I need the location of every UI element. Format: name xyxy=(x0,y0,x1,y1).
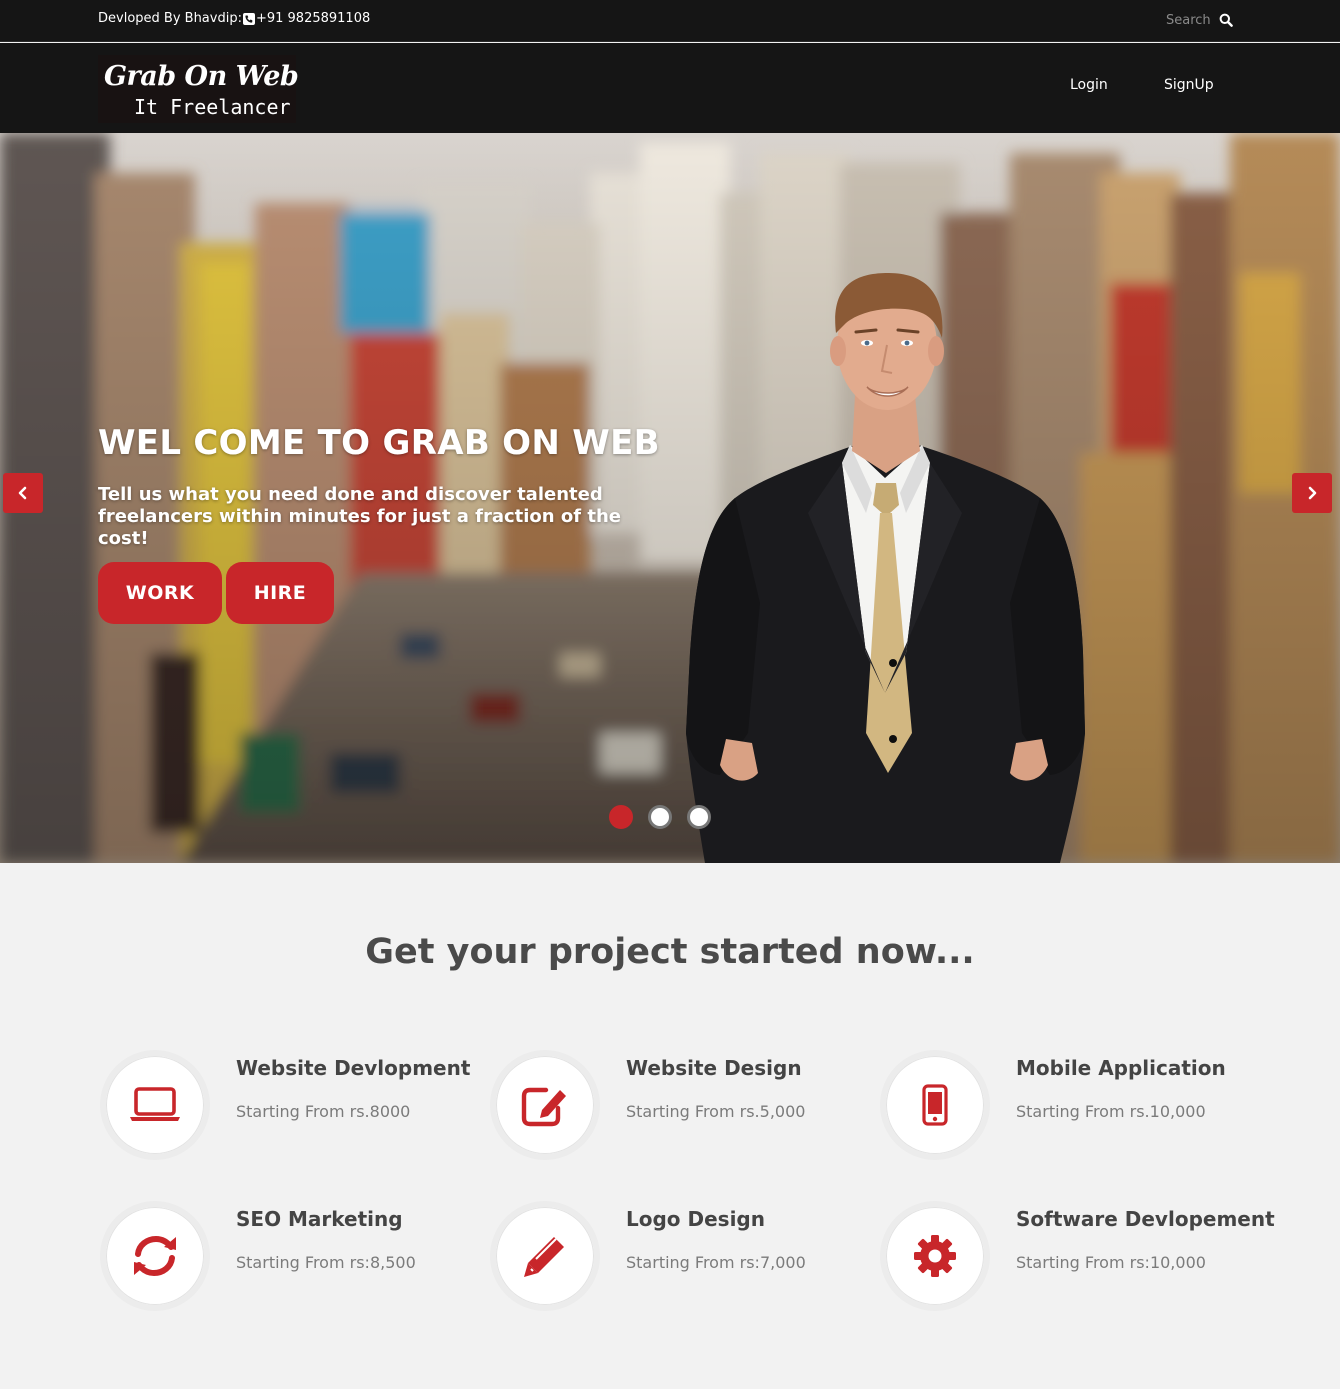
service-item: Logo Design Starting From rs:7,000 xyxy=(490,1201,880,1321)
service-price: Starting From rs:8,500 xyxy=(236,1253,416,1272)
service-icon-circle[interactable] xyxy=(100,1201,210,1311)
service-price: Starting From rs:7,000 xyxy=(626,1253,806,1272)
laptop-icon xyxy=(130,1087,180,1121)
logo-title: Grab On Web xyxy=(104,61,299,92)
search-input[interactable] xyxy=(1166,9,1212,31)
service-icon-circle[interactable] xyxy=(880,1050,990,1160)
service-name[interactable]: SEO Marketing xyxy=(236,1207,403,1231)
top-bar: Devloped By Bhavdip: +91 9825891108 xyxy=(0,0,1340,42)
pencil-icon xyxy=(524,1237,564,1277)
nav-signup-link[interactable]: SignUp xyxy=(1164,77,1214,93)
slider-prev-button[interactable] xyxy=(3,473,43,513)
service-icon-circle[interactable] xyxy=(100,1050,210,1160)
service-name[interactable]: Logo Design xyxy=(626,1207,765,1231)
service-price: Starting From rs.10,000 xyxy=(1016,1102,1206,1121)
service-price: Starting From rs.8000 xyxy=(236,1102,411,1121)
work-button[interactable]: WORK xyxy=(98,562,222,624)
logo-tagline: It Freelancer xyxy=(134,95,291,119)
slider-dot-1[interactable] xyxy=(609,805,633,829)
slider-dot-2[interactable] xyxy=(648,805,672,829)
main-navbar: Grab On Web It Freelancer Login SignUp xyxy=(0,43,1340,133)
service-icon-circle[interactable] xyxy=(490,1050,600,1160)
nav-login-link[interactable]: Login xyxy=(1070,77,1108,93)
developer-info: Devloped By Bhavdip: +91 9825891108 xyxy=(98,11,370,26)
service-name[interactable]: Website Devlopment xyxy=(236,1056,470,1080)
slider-dot-3[interactable] xyxy=(687,805,711,829)
site-logo[interactable]: Grab On Web It Freelancer xyxy=(98,55,299,123)
service-icon-circle[interactable] xyxy=(490,1201,600,1311)
services-section-title: Get your project started now... xyxy=(365,932,975,972)
service-name[interactable]: Software Devlopement xyxy=(1016,1207,1275,1231)
service-name[interactable]: Website Design xyxy=(626,1056,802,1080)
developer-label: Devloped By Bhavdip: xyxy=(98,11,242,26)
service-price: Starting From rs.5,000 xyxy=(626,1102,806,1121)
slider-next-button[interactable] xyxy=(1292,473,1332,513)
search-box xyxy=(1166,8,1236,32)
chevron-left-icon xyxy=(18,486,27,500)
hero-title: WEL COME TO GRAB ON WEB xyxy=(98,423,660,463)
service-item: Website Devlopment Starting From rs.8000 xyxy=(100,1050,490,1170)
refresh-icon xyxy=(134,1235,176,1277)
search-icon[interactable] xyxy=(1216,10,1236,30)
service-item: Mobile Application Starting From rs.10,0… xyxy=(880,1050,1270,1170)
edit-icon xyxy=(521,1087,566,1127)
hero-slider: WEL COME TO GRAB ON WEB Tell us what you… xyxy=(0,133,1340,863)
mobile-icon xyxy=(922,1084,948,1126)
gear-icon xyxy=(914,1235,956,1277)
phone-icon xyxy=(242,12,255,25)
service-item: Website Design Starting From rs.5,000 xyxy=(490,1050,880,1170)
service-name[interactable]: Mobile Application xyxy=(1016,1056,1226,1080)
phone-number: +91 9825891108 xyxy=(255,11,371,26)
hire-button[interactable]: HIRE xyxy=(226,562,334,624)
hero-subtitle: Tell us what you need done and discover … xyxy=(98,484,621,549)
chevron-right-icon xyxy=(1308,486,1317,500)
service-item: SEO Marketing Starting From rs:8,500 xyxy=(100,1201,490,1321)
service-price: Starting From rs:10,000 xyxy=(1016,1253,1206,1272)
service-item: Software Devlopement Starting From rs:10… xyxy=(880,1201,1275,1321)
service-icon-circle[interactable] xyxy=(880,1201,990,1311)
